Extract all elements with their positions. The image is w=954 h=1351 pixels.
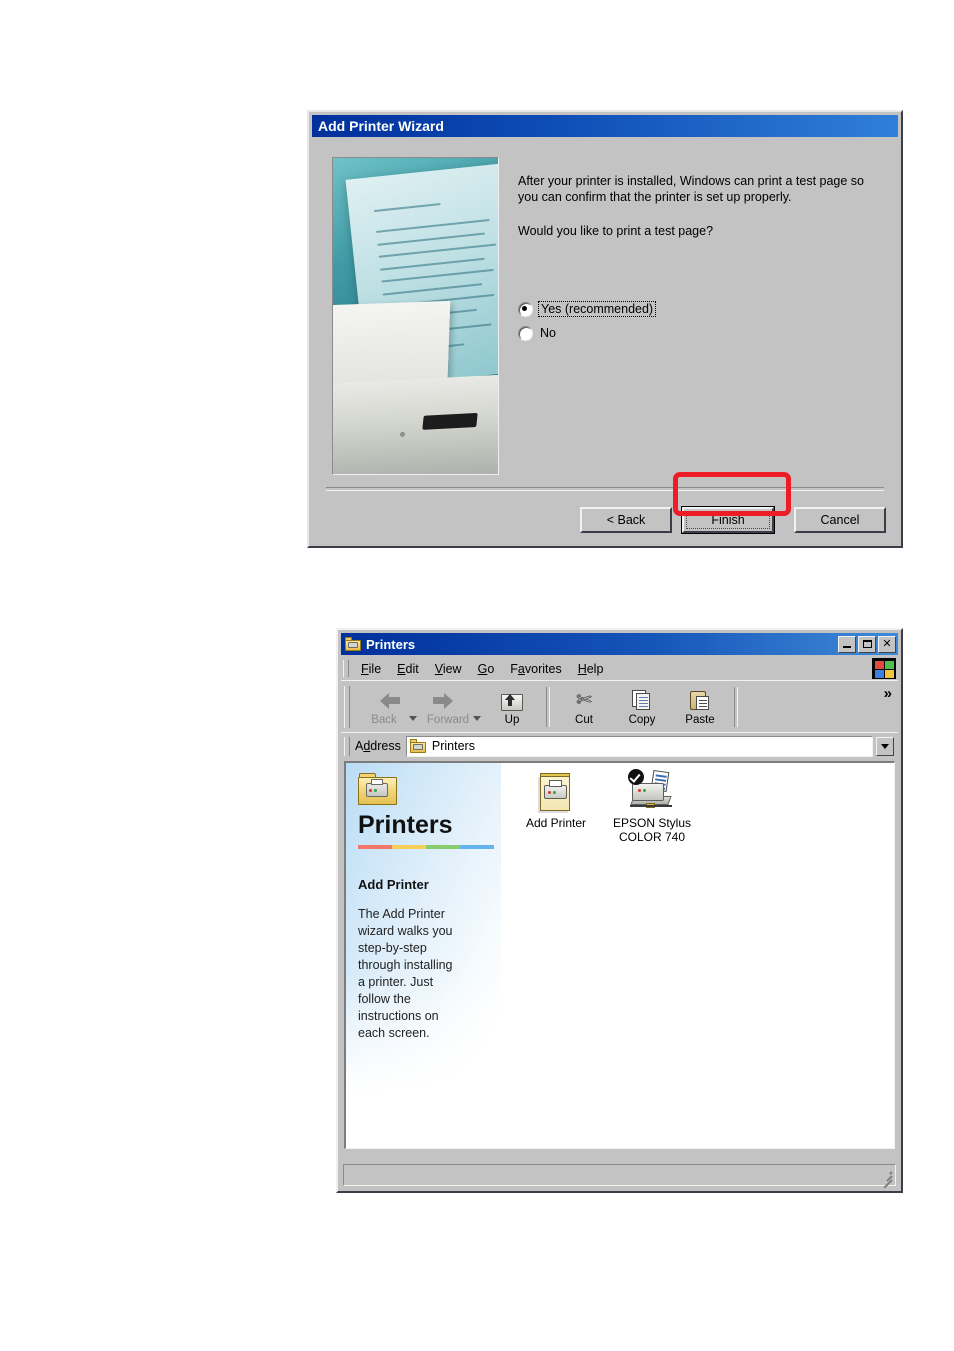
radio-yes-label: Yes (recommended) [538,301,657,317]
epson-printer-default-icon [606,769,698,813]
add-printer-label: Add Printer [525,816,587,830]
default-printer-checkmark-icon [628,769,644,785]
list-item-epson-stylus-color-740[interactable]: EPSON Stylus COLOR 740 [606,769,698,844]
explorer-address-bar: Address Printers [341,732,898,759]
menu-help-rest: elp [586,661,604,676]
toolbar-forward-button[interactable]: Forward [419,684,477,730]
wizard-body: After your printer is installed, Windows… [312,139,898,543]
toolbar-separator-2 [734,687,738,727]
back-button[interactable]: < Back [580,507,672,533]
panel-heading: Printers [358,811,453,839]
window-controls: ✕ [838,635,896,653]
menu-go[interactable]: Go [470,660,503,678]
toolbar-up-label: Up [504,713,520,726]
minimize-button[interactable] [838,635,856,653]
wizard-separator [326,487,884,491]
toolbar-overflow-chevron-icon[interactable]: » [884,685,892,702]
address-input[interactable]: Printers [405,735,873,757]
printers-icon-list: Add Printer EPSON Stylus COLOR 740 [501,763,894,1148]
forward-history-dropdown-icon[interactable] [473,716,481,721]
printers-folder-large-icon [358,773,398,807]
arrow-left-icon [379,689,400,713]
toolbar-forward-label: Forward [426,713,470,726]
finish-button[interactable]: Finish [681,506,775,534]
clipboard-icon [690,689,710,713]
add-printer-wizard-dialog: Add Printer Wizard After your printer is… [307,110,903,548]
cancel-button[interactable]: Cancel [794,507,886,533]
explorer-title-bar: Printers ✕ [341,633,898,655]
wizard-button-row: < Back Finish Cancel [580,506,886,535]
printers-explorer-window: Printers ✕ File Edit View Go Favorites H… [336,628,903,1193]
wizard-title-text: Add Printer Wizard [318,118,444,134]
toolbar-cut-label: Cut [575,713,593,726]
copy-pages-icon [632,689,652,713]
list-item-add-printer[interactable]: Add Printer [510,769,602,830]
folder-up-icon [501,689,523,713]
menu-edit[interactable]: Edit [389,660,427,678]
menubar-grip[interactable] [343,660,349,677]
toolbar-up-button[interactable]: Up [483,684,541,730]
address-label: Address [355,739,401,753]
close-icon: ✕ [882,637,892,650]
radio-no-label: No [540,326,556,340]
toolbar-back-button[interactable]: Back [355,684,413,730]
printers-folder-icon [345,637,361,651]
maximize-button[interactable] [858,635,876,653]
toolbar-grip[interactable] [344,686,350,728]
toolbar-paste-button[interactable]: Paste [671,684,729,730]
back-history-dropdown-icon[interactable] [409,716,417,721]
menu-view[interactable]: View [427,660,470,678]
scissors-icon: ✄ [576,690,592,711]
menu-view-rest: iew [442,661,462,676]
menu-file[interactable]: File [353,660,389,678]
address-folder-icon [409,739,426,753]
radio-no-indicator[interactable] [518,325,533,341]
close-button[interactable]: ✕ [878,635,896,653]
addressbar-grip[interactable] [344,736,350,756]
finish-focus-ring [686,511,770,529]
toolbar-cut-button[interactable]: ✄ Cut [555,684,613,730]
wizard-title-bar: Add Printer Wizard [312,115,898,137]
explorer-content-area: Printers Add Printer The Add Printer wiz… [344,761,895,1149]
wizard-paragraph-2: Would you like to print a test page? [518,224,714,238]
wizard-instruction-text: After your printer is installed, Windows… [518,173,878,257]
arrow-right-icon [432,689,453,713]
resize-grip[interactable] [879,1168,893,1189]
add-printer-icon [510,769,602,813]
wizard-paragraph-1: After your printer is installed, Windows… [518,174,864,204]
radio-option-no[interactable]: No [518,321,838,345]
panel-description: The Add Printer wizard walks you step-by… [358,907,453,1040]
explorer-status-bar [343,1164,896,1189]
explorer-toolbar: Back Forward Up ✄ Cut Copy Paste » [341,680,898,733]
toolbar-separator [546,687,550,727]
menu-help[interactable]: Help [570,660,612,678]
test-page-radio-group: Yes (recommended) No [518,297,838,345]
panel-subheading: Add Printer [358,877,429,892]
toolbar-copy-button[interactable]: Copy [613,684,671,730]
epson-printer-label: EPSON Stylus COLOR 740 [612,816,692,844]
toolbar-copy-label: Copy [628,713,656,726]
toolbar-paste-label: Paste [685,713,715,726]
address-dropdown-icon[interactable] [876,736,894,756]
radio-yes-indicator[interactable] [518,301,533,317]
menu-edit-rest: dit [405,661,419,676]
menu-file-rest: ile [368,661,382,676]
menu-favorites[interactable]: Favorites [502,660,569,678]
explorer-title-text: Printers [366,636,416,652]
explorer-menu-bar: File Edit View Go Favorites Help [341,657,898,680]
menu-favorites-rest: vorites [524,661,562,676]
address-value: Printers [431,739,475,753]
radio-option-yes[interactable]: Yes (recommended) [518,297,838,321]
webview-info-panel: Printers Add Printer The Add Printer wiz… [346,763,501,1148]
menu-go-rest: o [487,661,495,676]
wizard-printer-photo [332,157,499,475]
panel-color-divider [358,845,494,849]
toolbar-back-label: Back [371,713,397,726]
windows-logo-icon [872,658,896,679]
